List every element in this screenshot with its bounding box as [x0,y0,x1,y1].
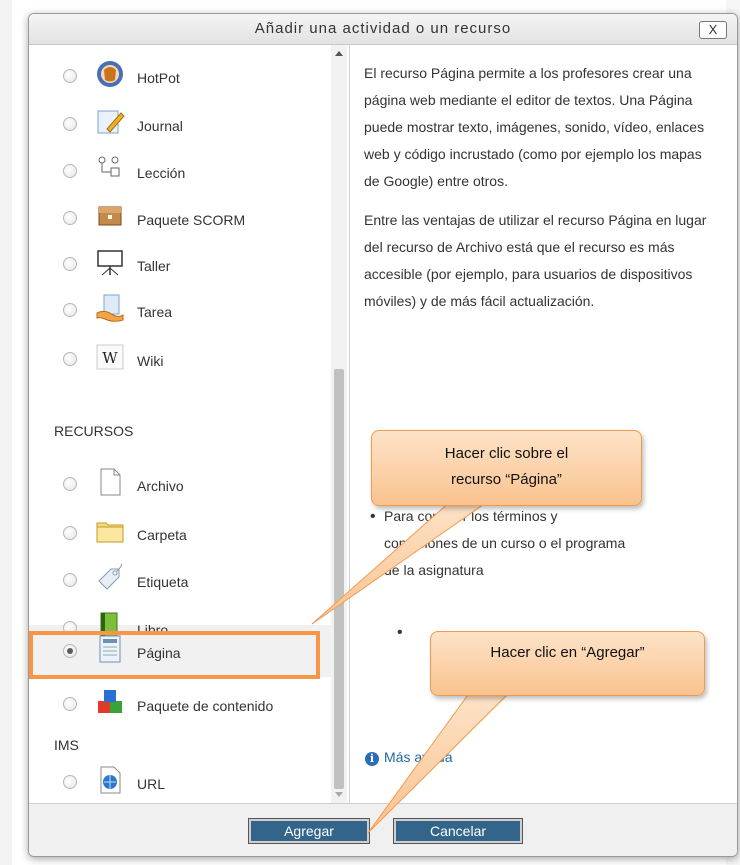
option-label: Wiki [137,353,164,369]
radio-button[interactable] [63,164,77,178]
radio-button[interactable] [63,573,77,587]
close-button[interactable]: X [699,21,727,39]
url-icon [100,766,121,794]
assignment-icon [96,294,124,322]
option-label: Etiqueta [137,574,189,590]
option-label: HotPot [137,70,180,86]
more-help-link[interactable]: i Más ayuda [365,749,452,766]
callout-click-pagina: Hacer clic sobre el recurso “Página” [371,430,642,506]
label-icon [98,563,122,590]
option-carpeta[interactable]: Carpeta [49,514,319,554]
option-label: Taller [137,258,171,274]
file-icon [100,468,121,496]
option-label: Paquete SCORM [137,212,246,228]
workshop-icon [97,250,123,276]
more-help-label: Más ayuda [384,749,453,765]
radio-button[interactable] [63,303,77,317]
option-etiqueta[interactable]: Etiqueta [49,561,319,601]
dialog-title: Añadir una actividad o un recurso [254,20,512,37]
option-label: URL [137,776,166,792]
option-archivo[interactable]: Archivo [49,465,319,505]
option-label: Carpeta [137,527,187,543]
radio-button[interactable] [63,117,77,131]
option-label: Journal [137,118,183,134]
option-journal[interactable]: Journal [49,105,319,145]
bullet-line-1: Para conocer los términos y [384,508,558,524]
option-wiki[interactable]: W Wiki [49,340,319,380]
bullet-item: • Para conocer los términos y condicione… [370,503,626,584]
bullet-line-2: condiciones de un curso o el programa [384,535,626,551]
hotpot-icon [97,61,123,87]
option-hotpot[interactable]: HotPot [49,57,319,97]
lesson-icon [98,156,120,177]
description-paragraph-2: Entre las ventajas de utilizar el recurs… [364,212,707,309]
wiki-icon: W [96,344,124,370]
bullet-dot-icon: • [397,624,403,641]
folder-icon [96,522,124,543]
activity-list-panel: HotPot Journal Lección Paquete SCORM Tal… [29,45,350,803]
content-package-icon [98,690,122,713]
option-label: Lección [137,165,186,181]
bullet-dot-icon: • [370,508,376,525]
dialog-footer: Agregar Cancelar [29,803,737,856]
description-text: El recurso Página permite a los profesor… [364,60,714,327]
option-scorm[interactable]: Paquete SCORM [49,199,319,239]
option-taller[interactable]: Taller [49,245,319,285]
svg-text:W: W [102,349,118,367]
option-leccion[interactable]: Lección [49,152,319,192]
list-scrollbar[interactable] [331,45,347,803]
option-tarea[interactable]: Tarea [49,291,319,331]
background-page-left [0,0,12,865]
scroll-up-arrow-icon[interactable] [335,51,343,56]
option-label: Archivo [137,478,184,494]
radio-button[interactable] [63,257,77,271]
option-label: Tarea [137,304,173,320]
info-icon: i [365,752,379,766]
radio-button[interactable] [63,526,77,540]
scorm-package-icon [98,206,122,226]
add-button[interactable]: Agregar [248,818,370,844]
option-paquete-contenido[interactable]: Paquete de contenido [49,685,319,725]
dialog-titlebar: Añadir una actividad o un recurso X [29,14,737,45]
journal-icon [97,110,125,134]
callout-click-agregar: Hacer clic en “Agregar” [430,631,705,696]
callout-text-pagina: Hacer clic sobre el recurso “Página” [444,445,569,488]
radio-button[interactable] [63,211,77,225]
radio-button[interactable] [63,352,77,366]
scrollbar-thumb[interactable] [334,369,344,789]
section-heading-recursos: RECURSOS [54,423,134,439]
radio-button[interactable] [63,775,77,789]
section-heading-ims: IMS [54,737,79,753]
option-label: Paquete de contenido [137,698,274,714]
highlight-pagina-box [29,631,320,679]
description-paragraph-1: El recurso Página permite a los profesor… [364,65,705,189]
option-url[interactable]: URL [49,763,319,803]
callout-text-agregar: Hacer clic en “Agregar” [490,644,645,661]
cancel-button[interactable]: Cancelar [393,818,523,844]
radio-button[interactable] [63,69,77,83]
bullet-line-3: de la asignatura [384,562,484,578]
radio-button[interactable] [63,697,77,711]
scroll-down-arrow-icon[interactable] [335,792,343,797]
radio-button[interactable] [63,477,77,491]
